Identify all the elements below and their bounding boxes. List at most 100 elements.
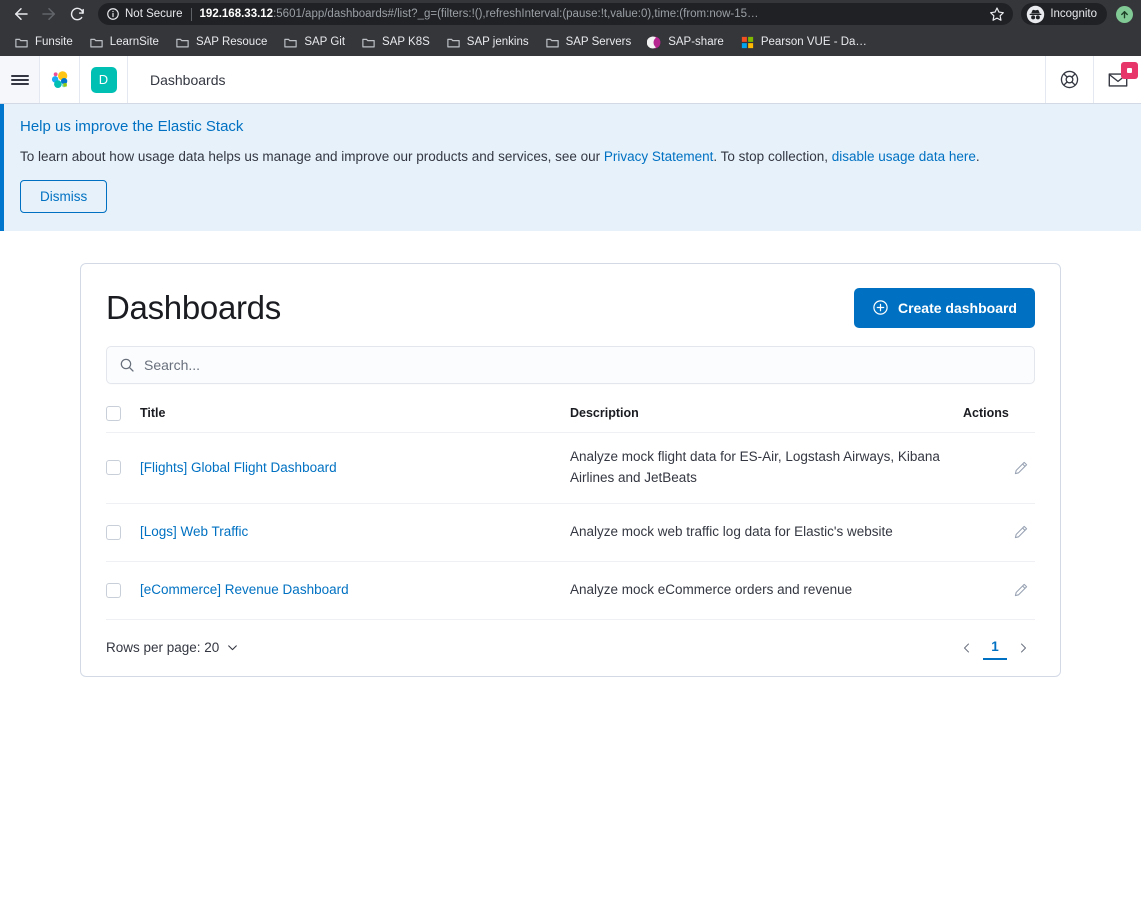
address-bar[interactable]: Not Secure 192.168.33.12:5601/app/dashbo… (98, 3, 1014, 25)
dismiss-button[interactable]: Dismiss (20, 179, 108, 213)
page-number-1[interactable]: 1 (983, 636, 1007, 660)
chevron-right-icon (1021, 643, 1026, 653)
url-text: 192.168.33.12:5601/app/dashboards#/list?… (200, 8, 984, 20)
edit-icon (1014, 583, 1028, 596)
table-body: [Flights] Global Flight Dashboard Analyz… (106, 432, 1035, 620)
row-actions-cell (963, 503, 1035, 562)
search-input[interactable] (106, 345, 1035, 384)
page-title: Dashboards (106, 288, 281, 326)
table-footer: Rows per page: 20 1 (106, 620, 1035, 660)
row-checkbox[interactable] (106, 524, 121, 540)
banner-text-before: To learn about how usage data helps us m… (20, 149, 604, 164)
row-actions-cell (963, 561, 1035, 620)
table-head: Title Description Actions (106, 405, 1035, 434)
page-body: Dashboards Create dashboard Search... Ti… (0, 230, 1141, 677)
bookmark-star-icon[interactable] (989, 6, 1005, 22)
kibana-header: D Dashboards (0, 56, 1141, 104)
breadcrumb-dashboards[interactable]: Dashboards (150, 72, 226, 88)
back-button[interactable] (8, 2, 34, 26)
disable-usage-data-link[interactable]: disable usage data here (832, 149, 976, 164)
search-container (106, 345, 1035, 384)
folder-icon (15, 38, 28, 47)
row-title-cell: [Flights] Global Flight Dashboard (140, 432, 570, 504)
table-row: [Logs] Web Traffic Analyze mock web traf… (106, 503, 1035, 562)
help-menu-button[interactable] (1045, 56, 1093, 103)
browser-chrome: Not Secure 192.168.33.12:5601/app/dashbo… (0, 0, 1141, 56)
bookmark-pearson-vue[interactable]: Pearson VUE - Da… (732, 32, 875, 53)
row-checkbox[interactable] (106, 582, 121, 598)
bookmark-label: SAP Git (304, 36, 346, 48)
banner-title: Help us improve the Elastic Stack (20, 118, 244, 135)
rows-per-page-selector[interactable]: Rows per page: 20 (106, 640, 239, 655)
listing-header: Dashboards Create dashboard (106, 287, 1035, 328)
next-page-button[interactable] (1011, 636, 1035, 660)
profile-avatar[interactable] (1116, 5, 1133, 23)
row-description-cell: Analyze mock eCommerce orders and revenu… (570, 561, 963, 620)
dashboard-listing-card: Dashboards Create dashboard Search... Ti… (80, 262, 1061, 677)
space-switcher[interactable]: D (80, 56, 128, 103)
news-feed-button[interactable] (1093, 56, 1141, 103)
primary-nav-toggle[interactable] (0, 56, 40, 103)
bookmark-sap-k8s[interactable]: SAP K8S (353, 32, 438, 53)
bookmark-label: SAP K8S (382, 36, 430, 48)
row-description-cell: Analyze mock web traffic log data for El… (570, 503, 963, 562)
column-header-description[interactable]: Description (570, 405, 963, 434)
dashboard-link[interactable]: [eCommerce] Revenue Dashboard (140, 582, 349, 597)
bookmark-sap-share[interactable]: SAP-share (639, 32, 732, 53)
incognito-indicator[interactable]: Incognito (1021, 3, 1107, 25)
microsoft-icon (741, 36, 753, 48)
create-dashboard-label: Create dashboard (897, 299, 1017, 316)
folder-icon (362, 38, 375, 47)
column-header-title[interactable]: Title (140, 405, 570, 434)
incognito-icon (1027, 5, 1045, 23)
bookmark-label: SAP jenkins (466, 36, 529, 48)
breadcrumb: Dashboards (128, 56, 1045, 103)
row-checkbox[interactable] (106, 460, 121, 476)
previous-page-button[interactable] (955, 636, 979, 660)
lifebuoy-icon (1060, 70, 1079, 89)
row-select-cell (106, 503, 140, 562)
news-unread-badge (1121, 62, 1138, 79)
bookmark-learnsite[interactable]: LearnSite (81, 32, 167, 53)
folder-icon (284, 38, 298, 47)
row-title-cell: [Logs] Web Traffic (140, 503, 570, 562)
folder-icon (176, 38, 189, 47)
info-icon (107, 8, 119, 20)
forward-button[interactable] (36, 2, 62, 26)
bookmark-label: SAP Servers (565, 36, 632, 48)
bookmark-sap-servers[interactable]: SAP Servers (537, 32, 640, 53)
select-all-header (106, 405, 140, 434)
bookmark-sap-resouce[interactable]: SAP Resouce (167, 32, 275, 53)
bookmark-funsite[interactable]: Funsite (6, 32, 81, 53)
plus-circle-icon (873, 300, 888, 316)
folder-icon (447, 38, 460, 47)
chevron-left-icon (964, 643, 969, 653)
folder-icon (545, 38, 559, 47)
bookmarks-bar: Funsite LearnSite SAP Resouce SAP Git SA… (0, 28, 1141, 56)
edit-dashboard-button[interactable] (1007, 454, 1035, 482)
url-path: :5601/app/dashboards#/list?_g=(filters:!… (273, 8, 759, 20)
select-all-checkbox[interactable] (106, 406, 121, 422)
column-header-actions: Actions (963, 405, 1035, 434)
edit-dashboard-button[interactable] (1007, 576, 1035, 604)
table-header-row: Title Description Actions (106, 405, 1035, 434)
banner-text-middle: . To stop collection, (713, 149, 832, 164)
dashboard-link[interactable]: [Flights] Global Flight Dashboard (140, 460, 337, 475)
create-dashboard-button[interactable]: Create dashboard (853, 287, 1035, 328)
bookmark-sap-git[interactable]: SAP Git (275, 32, 353, 53)
hamburger-icon (10, 73, 29, 87)
row-description-cell: Analyze mock flight data for ES-Air, Log… (570, 432, 963, 504)
space-avatar: D (90, 66, 117, 93)
row-title-cell: [eCommerce] Revenue Dashboard (140, 561, 570, 620)
sap-share-icon (647, 36, 661, 48)
privacy-statement-link[interactable]: Privacy Statement (604, 149, 714, 164)
banner-description: To learn about how usage data helps us m… (20, 148, 1121, 167)
chevron-down-icon (228, 645, 238, 651)
bookmark-sap-jenkins[interactable]: SAP jenkins (438, 32, 537, 53)
edit-dashboard-button[interactable] (1007, 518, 1035, 546)
reload-icon (70, 7, 84, 20)
reload-button[interactable] (64, 2, 90, 26)
elastic-home-link[interactable] (40, 56, 80, 103)
dashboard-link[interactable]: [Logs] Web Traffic (140, 524, 248, 539)
edit-icon (1014, 525, 1028, 539)
